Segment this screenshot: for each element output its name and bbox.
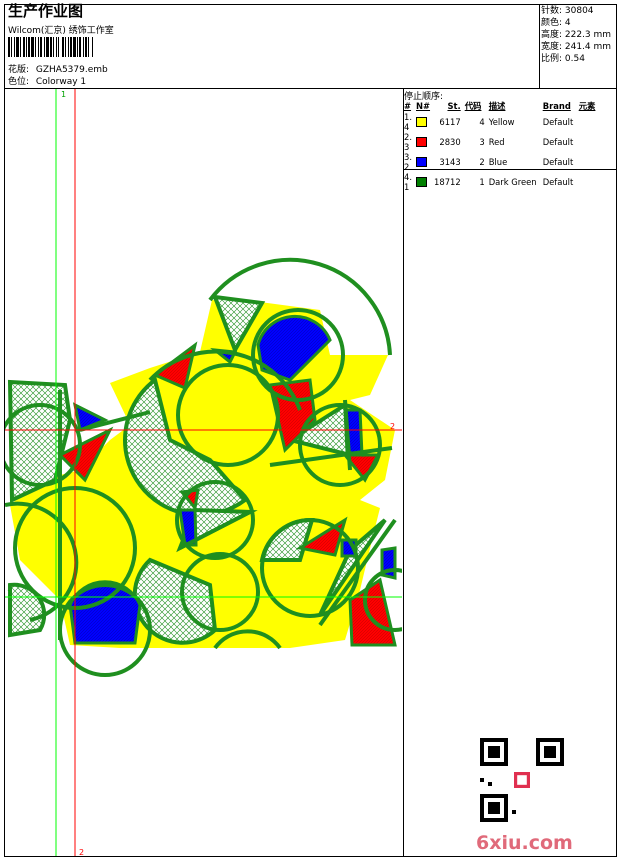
design-height: 高度: 222.3 mm bbox=[541, 30, 612, 40]
guide-label-red-bottom: 2 bbox=[79, 848, 85, 857]
table-row: 3. 2 3143 2 Blue Default bbox=[403, 152, 598, 172]
row-brand: Default bbox=[542, 137, 574, 147]
col-header-index: # bbox=[404, 101, 412, 111]
row-stitches: 2830 bbox=[439, 137, 461, 147]
row-brand: Default bbox=[542, 177, 574, 187]
stitch-count: 针数: 30804 bbox=[541, 6, 594, 16]
col-header-brand: Brand bbox=[542, 101, 571, 111]
col-header-description: 描述 bbox=[488, 101, 506, 111]
table-header-row: # N# St. 代码 描述 Brand 元素 bbox=[403, 100, 598, 112]
row-color-swatch bbox=[415, 152, 433, 172]
guide-label-green-top: 1 bbox=[61, 90, 67, 99]
row-index: 1. 4 bbox=[404, 112, 412, 132]
col-header-code: 代码 bbox=[464, 101, 482, 111]
row-stitches: 3143 bbox=[439, 157, 461, 167]
row-index: 4. 1 bbox=[404, 172, 412, 192]
table-row: 1. 4 6117 4 Yellow Default bbox=[403, 112, 598, 132]
row-description: Dark Green bbox=[488, 177, 537, 187]
qr-code-icon bbox=[480, 738, 564, 822]
stop-sequence-table: # N# St. 代码 描述 Brand 元素 1. 4 6117 4 Yellow D… bbox=[403, 100, 598, 192]
row-brand: Default bbox=[542, 157, 574, 167]
guide-label-green-left: 1 bbox=[7, 589, 13, 598]
design-scale: 比例: 0.54 bbox=[541, 54, 585, 64]
row-description: Yellow bbox=[488, 117, 515, 127]
color-swatch bbox=[416, 157, 427, 168]
row-index: 2. 3 bbox=[404, 132, 412, 152]
row-element bbox=[578, 172, 599, 192]
watermark-text: 6xiu.com bbox=[476, 832, 573, 854]
col-header-element: 元素 bbox=[578, 101, 596, 111]
row-code: 4 bbox=[479, 117, 485, 127]
embroidery-design-canvas bbox=[5, 89, 402, 856]
row-color-swatch bbox=[415, 112, 433, 132]
row-description: Blue bbox=[488, 157, 508, 167]
row-element bbox=[578, 112, 599, 132]
row-color-swatch bbox=[415, 172, 433, 192]
row-index: 3. 2 bbox=[404, 152, 412, 172]
design-stats: 针数: 30804 颜色: 4 高度: 222.3 mm 宽度: 241.4 m… bbox=[541, 5, 611, 65]
col-header-stitches: St. bbox=[447, 101, 461, 111]
row-stitches: 18712 bbox=[434, 177, 461, 187]
guide-label-red-right: 2 bbox=[390, 422, 396, 431]
row-code: 2 bbox=[479, 157, 485, 167]
row-element bbox=[578, 132, 599, 152]
col-header-needle: N# bbox=[416, 101, 431, 111]
row-description: Red bbox=[488, 137, 505, 147]
row-code: 1 bbox=[479, 177, 485, 187]
row-brand: Default bbox=[542, 117, 574, 127]
table-row: 4. 1 18712 1 Dark Green Default bbox=[403, 172, 598, 192]
color-swatch bbox=[416, 137, 427, 148]
row-element bbox=[578, 152, 599, 172]
design-width: 宽度: 241.4 mm bbox=[541, 42, 612, 52]
color-swatch bbox=[416, 117, 427, 128]
table-row: 2. 3 2830 3 Red Default bbox=[403, 132, 598, 152]
row-code: 3 bbox=[479, 137, 485, 147]
color-count: 颜色: 4 bbox=[541, 18, 571, 28]
color-swatch bbox=[416, 177, 427, 188]
hatched-shape-bottomleft bbox=[8, 582, 47, 638]
row-color-swatch bbox=[415, 132, 433, 152]
row-stitches: 6117 bbox=[439, 117, 461, 127]
